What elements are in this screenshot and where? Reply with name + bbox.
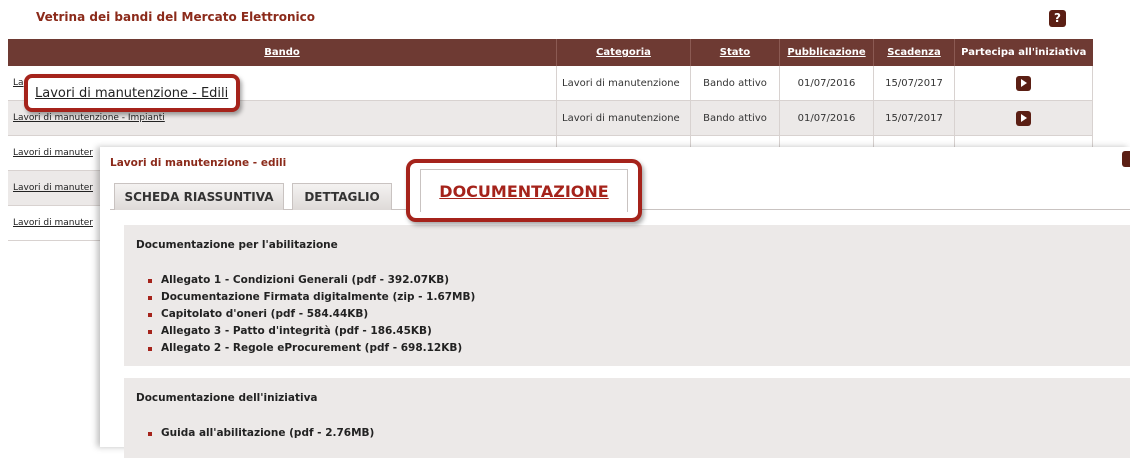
stato-cell: Bando attivo <box>690 66 780 101</box>
section-iniziativa: Documentazione dell'iniziativa Guida all… <box>124 378 1130 458</box>
detail-panel: Lavori di manutenzione - edili SCHEDA RI… <box>100 147 1130 458</box>
column-pubblicazione[interactable]: Pubblicazione <box>779 39 874 66</box>
section-heading: Documentazione dell'iniziativa <box>136 392 318 404</box>
document-link[interactable]: Allegato 3 - Patto d'integrità (pdf - 18… <box>146 323 475 340</box>
panel-title: Lavori di manutenzione - edili <box>110 157 287 169</box>
tab-scheda-riassuntiva[interactable]: SCHEDA RIASSUNTIVA <box>114 183 284 210</box>
column-scadenza[interactable]: Scadenza <box>873 39 955 66</box>
scadenza-cell: 15/07/2017 <box>873 66 955 101</box>
document-link[interactable]: Guida all'abilitazione (pdf - 2.76MB) <box>146 425 374 442</box>
categoria-cell: Lavori di manutenzione <box>556 100 691 136</box>
tab-dettaglio[interactable]: DETTAGLIO <box>292 183 392 210</box>
document-link[interactable]: Allegato 1 - Condizioni Generali (pdf - … <box>146 272 475 289</box>
partecipa-arrow-icon[interactable] <box>1016 75 1031 91</box>
scadenza-cell: 15/07/2017 <box>873 100 955 136</box>
column-stato[interactable]: Stato <box>690 39 780 66</box>
tab-documentazione-callout: DOCUMENTAZIONE <box>406 159 642 222</box>
column-bando[interactable]: Bando <box>8 39 557 66</box>
stato-cell: Bando attivo <box>690 100 780 136</box>
question-icon[interactable]: ? <box>1049 10 1066 27</box>
document-link[interactable]: Capitolato d'oneri (pdf - 584.44KB) <box>146 306 475 323</box>
highlighted-bando-link[interactable]: Lavori di manutenzione - Edili <box>24 74 240 112</box>
tab-documentazione[interactable]: DOCUMENTAZIONE <box>420 169 628 212</box>
column-categoria[interactable]: Categoria <box>556 39 691 66</box>
partecipa-arrow-icon[interactable] <box>1016 110 1031 126</box>
document-link[interactable]: Allegato 2 - Regole eProcurement (pdf - … <box>146 340 475 357</box>
page-title: Vetrina dei bandi del Mercato Elettronic… <box>36 10 315 24</box>
close-icon[interactable] <box>1122 151 1130 167</box>
categoria-cell: Lavori di manutenzione <box>556 66 691 101</box>
section-abilitazione: Documentazione per l'abilitazione Allega… <box>124 225 1130 366</box>
pubblicazione-cell: 01/07/2016 <box>779 100 874 136</box>
column-partecipa: Partecipa all'iniziativa <box>954 39 1093 66</box>
document-link[interactable]: Documentazione Firmata digitalmente (zip… <box>146 289 475 306</box>
pubblicazione-cell: 01/07/2016 <box>779 66 874 101</box>
section-heading: Documentazione per l'abilitazione <box>136 239 338 251</box>
